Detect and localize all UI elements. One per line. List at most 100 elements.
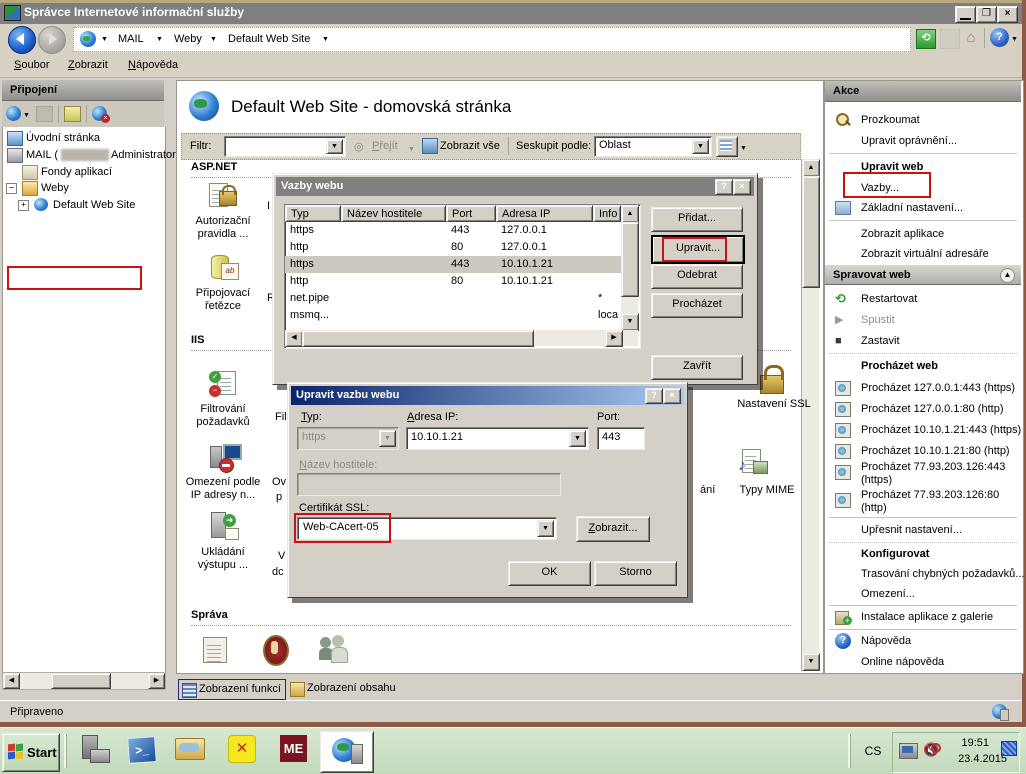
content-vscrollbar[interactable]: ▲ ▼: [801, 159, 819, 671]
breadcrumb-sites[interactable]: Weby: [174, 33, 202, 45]
language-indicator[interactable]: CS: [860, 737, 886, 765]
menu-file[interactable]: Soubor: [14, 59, 49, 71]
column-ip[interactable]: Adresa IP: [496, 205, 593, 222]
browse-button[interactable]: Procházet: [651, 293, 743, 318]
scroll-left-icon[interactable]: ◀: [285, 330, 303, 347]
chevron-down-icon[interactable]: ▼: [740, 142, 747, 156]
expand-expander[interactable]: +: [18, 200, 29, 211]
dialog-help-icon[interactable]: ?: [645, 388, 663, 404]
tray-app-icon[interactable]: [1001, 741, 1017, 756]
up-level-icon[interactable]: [64, 106, 81, 122]
port-input[interactable]: 443: [597, 427, 645, 450]
chevron-down-icon[interactable]: ▼: [210, 33, 217, 47]
group-by-select[interactable]: Oblast ▼: [594, 136, 712, 157]
ok-button[interactable]: OK: [508, 561, 591, 586]
close-dialog-button[interactable]: Zavřít: [651, 355, 743, 380]
action-edit-permissions[interactable]: Upravit oprávnění...: [827, 131, 1021, 151]
cert-select[interactable]: Web-CAcert-05 ▼: [297, 517, 557, 540]
add-button[interactable]: Přidat...: [651, 207, 743, 232]
collapse-expander[interactable]: −: [6, 183, 17, 194]
chevron-down-icon[interactable]: ▼: [537, 520, 554, 537]
ip-restrictions-label[interactable]: Omezení podle IP adresy n...: [179, 476, 267, 502]
action-install-from-gallery[interactable]: + Instalace aplikace z galerie: [827, 607, 1021, 627]
action-advanced-settings[interactable]: Upřesnit nastavení...: [827, 520, 1021, 540]
output-caching-icon[interactable]: ➜: [209, 510, 239, 540]
close-button[interactable]: ×: [997, 6, 1018, 23]
collapse-chevron-icon[interactable]: ▲: [1000, 268, 1015, 283]
refresh-icon[interactable]: ⟲: [916, 29, 936, 49]
action-failed-request-tracing[interactable]: Trasování chybných požadavků...: [827, 564, 1021, 584]
view-style-icon[interactable]: [716, 136, 738, 157]
action-bindings[interactable]: Vazby...: [827, 178, 1021, 198]
action-browse-6[interactable]: Procházet 77.93.203.126:80 (http): [827, 487, 1021, 515]
action-browse-3[interactable]: Procházet 10.10.1.21:443 (https): [827, 420, 1021, 440]
action-explore[interactable]: Prozkoumat: [827, 110, 1021, 130]
quicklaunch-server-manager-icon[interactable]: [80, 735, 110, 765]
chevron-down-icon[interactable]: ▼: [101, 33, 108, 47]
connections-hscrollbar[interactable]: ◀ ▶: [2, 672, 166, 690]
scrollbar-thumb[interactable]: [802, 176, 820, 288]
view-cert-button[interactable]: Zobrazit...: [576, 516, 650, 542]
scroll-down-icon[interactable]: ▼: [802, 653, 820, 671]
tab-features-view[interactable]: Zobrazení funkcí: [178, 679, 286, 700]
scroll-up-icon[interactable]: ▲: [621, 205, 639, 223]
scroll-right-icon[interactable]: ▶: [605, 330, 623, 347]
dialog-close-icon[interactable]: ×: [733, 179, 751, 195]
action-basic-settings[interactable]: Základní nastavení...: [827, 198, 1021, 218]
action-view-applications[interactable]: Zobrazit aplikace: [827, 224, 1021, 244]
menu-help[interactable]: Nápověda: [128, 59, 178, 71]
bindings-vscrollbar[interactable]: ▲ ▼: [621, 205, 638, 330]
authorization-rules-label[interactable]: Autorizační pravidla ...: [185, 215, 261, 241]
breadcrumb-server[interactable]: MAIL: [118, 33, 144, 45]
scrollbar-thumb[interactable]: [51, 673, 111, 689]
ssl-settings-label[interactable]: Nastavení SSL: [732, 398, 816, 411]
scroll-left-icon[interactable]: ◀: [3, 673, 20, 689]
breadcrumb-current-site[interactable]: Default Web Site: [228, 33, 310, 45]
action-browse-2[interactable]: Procházet 127.0.0.1:80 (http): [827, 399, 1021, 419]
binding-row[interactable]: msmq... loca: [285, 307, 621, 324]
mime-types-label[interactable]: Typy MIME: [732, 484, 802, 497]
bindings-hscrollbar[interactable]: ◀ ▶: [285, 330, 638, 346]
back-button[interactable]: [8, 26, 36, 54]
quicklaunch-yellow-app-icon[interactable]: ✕: [228, 735, 258, 765]
column-host[interactable]: Název hostitele: [341, 205, 446, 222]
connection-strings-icon[interactable]: ab: [209, 253, 239, 283]
dialog-close-icon[interactable]: ×: [663, 388, 681, 404]
chevron-down-icon[interactable]: ▼: [156, 33, 163, 47]
clock-date[interactable]: 23.4.2015: [958, 753, 1007, 765]
iis-users-icon[interactable]: [319, 635, 349, 663]
action-stop[interactable]: ■ Zastavit: [827, 331, 1021, 351]
action-online-help[interactable]: Online nápověda: [827, 652, 1021, 672]
action-restart[interactable]: ⟲ Restartovat: [827, 289, 1021, 309]
cancel-button[interactable]: Storno: [594, 561, 677, 586]
quicklaunch-explorer-icon[interactable]: [175, 735, 205, 765]
chevron-down-icon[interactable]: ▼: [1011, 33, 1018, 47]
disconnect-icon[interactable]: ×: [92, 106, 107, 121]
request-filtering-label[interactable]: Filtrování požadavků: [185, 403, 261, 429]
help-icon[interactable]: ?: [990, 28, 1009, 47]
scroll-down-icon[interactable]: ▼: [621, 313, 639, 331]
taskbar-active-iis-icon[interactable]: [320, 731, 374, 773]
action-help[interactable]: ? Nápověda: [827, 631, 1021, 651]
feature-delegation-icon[interactable]: [263, 635, 293, 663]
chevron-down-icon[interactable]: ▼: [692, 139, 709, 154]
scrollbar-thumb[interactable]: [621, 222, 639, 297]
connection-strings-label[interactable]: Připojovací řetězce: [185, 287, 261, 313]
quicklaunch-powershell-icon[interactable]: >_: [128, 735, 158, 765]
scrollbar-thumb[interactable]: [302, 330, 534, 347]
restore-button[interactable]: ❐: [976, 6, 997, 23]
action-view-virtual-dirs[interactable]: Zobrazit virtuální adresáře: [827, 244, 1021, 264]
request-filtering-icon[interactable]: ✓ −: [209, 369, 239, 399]
chevron-down-icon[interactable]: ▼: [23, 109, 30, 123]
quicklaunch-me-icon[interactable]: ME: [280, 735, 310, 765]
scroll-right-icon[interactable]: ▶: [148, 673, 165, 689]
column-typ[interactable]: Typ: [285, 205, 341, 222]
binding-row[interactable]: http 80 127.0.0.1: [285, 239, 621, 256]
binding-row[interactable]: http 80 10.10.1.21: [285, 273, 621, 290]
action-browse-1[interactable]: Procházet 127.0.0.1:443 (https): [827, 378, 1021, 398]
action-browse-4[interactable]: Procházet 10.10.1.21:80 (http): [827, 441, 1021, 461]
forward-button[interactable]: [38, 26, 66, 54]
ip-select[interactable]: 10.10.1.21 ▼: [406, 427, 589, 450]
show-all-button[interactable]: Zobrazit vše: [440, 140, 500, 152]
action-limits[interactable]: Omezení...: [827, 584, 1021, 604]
